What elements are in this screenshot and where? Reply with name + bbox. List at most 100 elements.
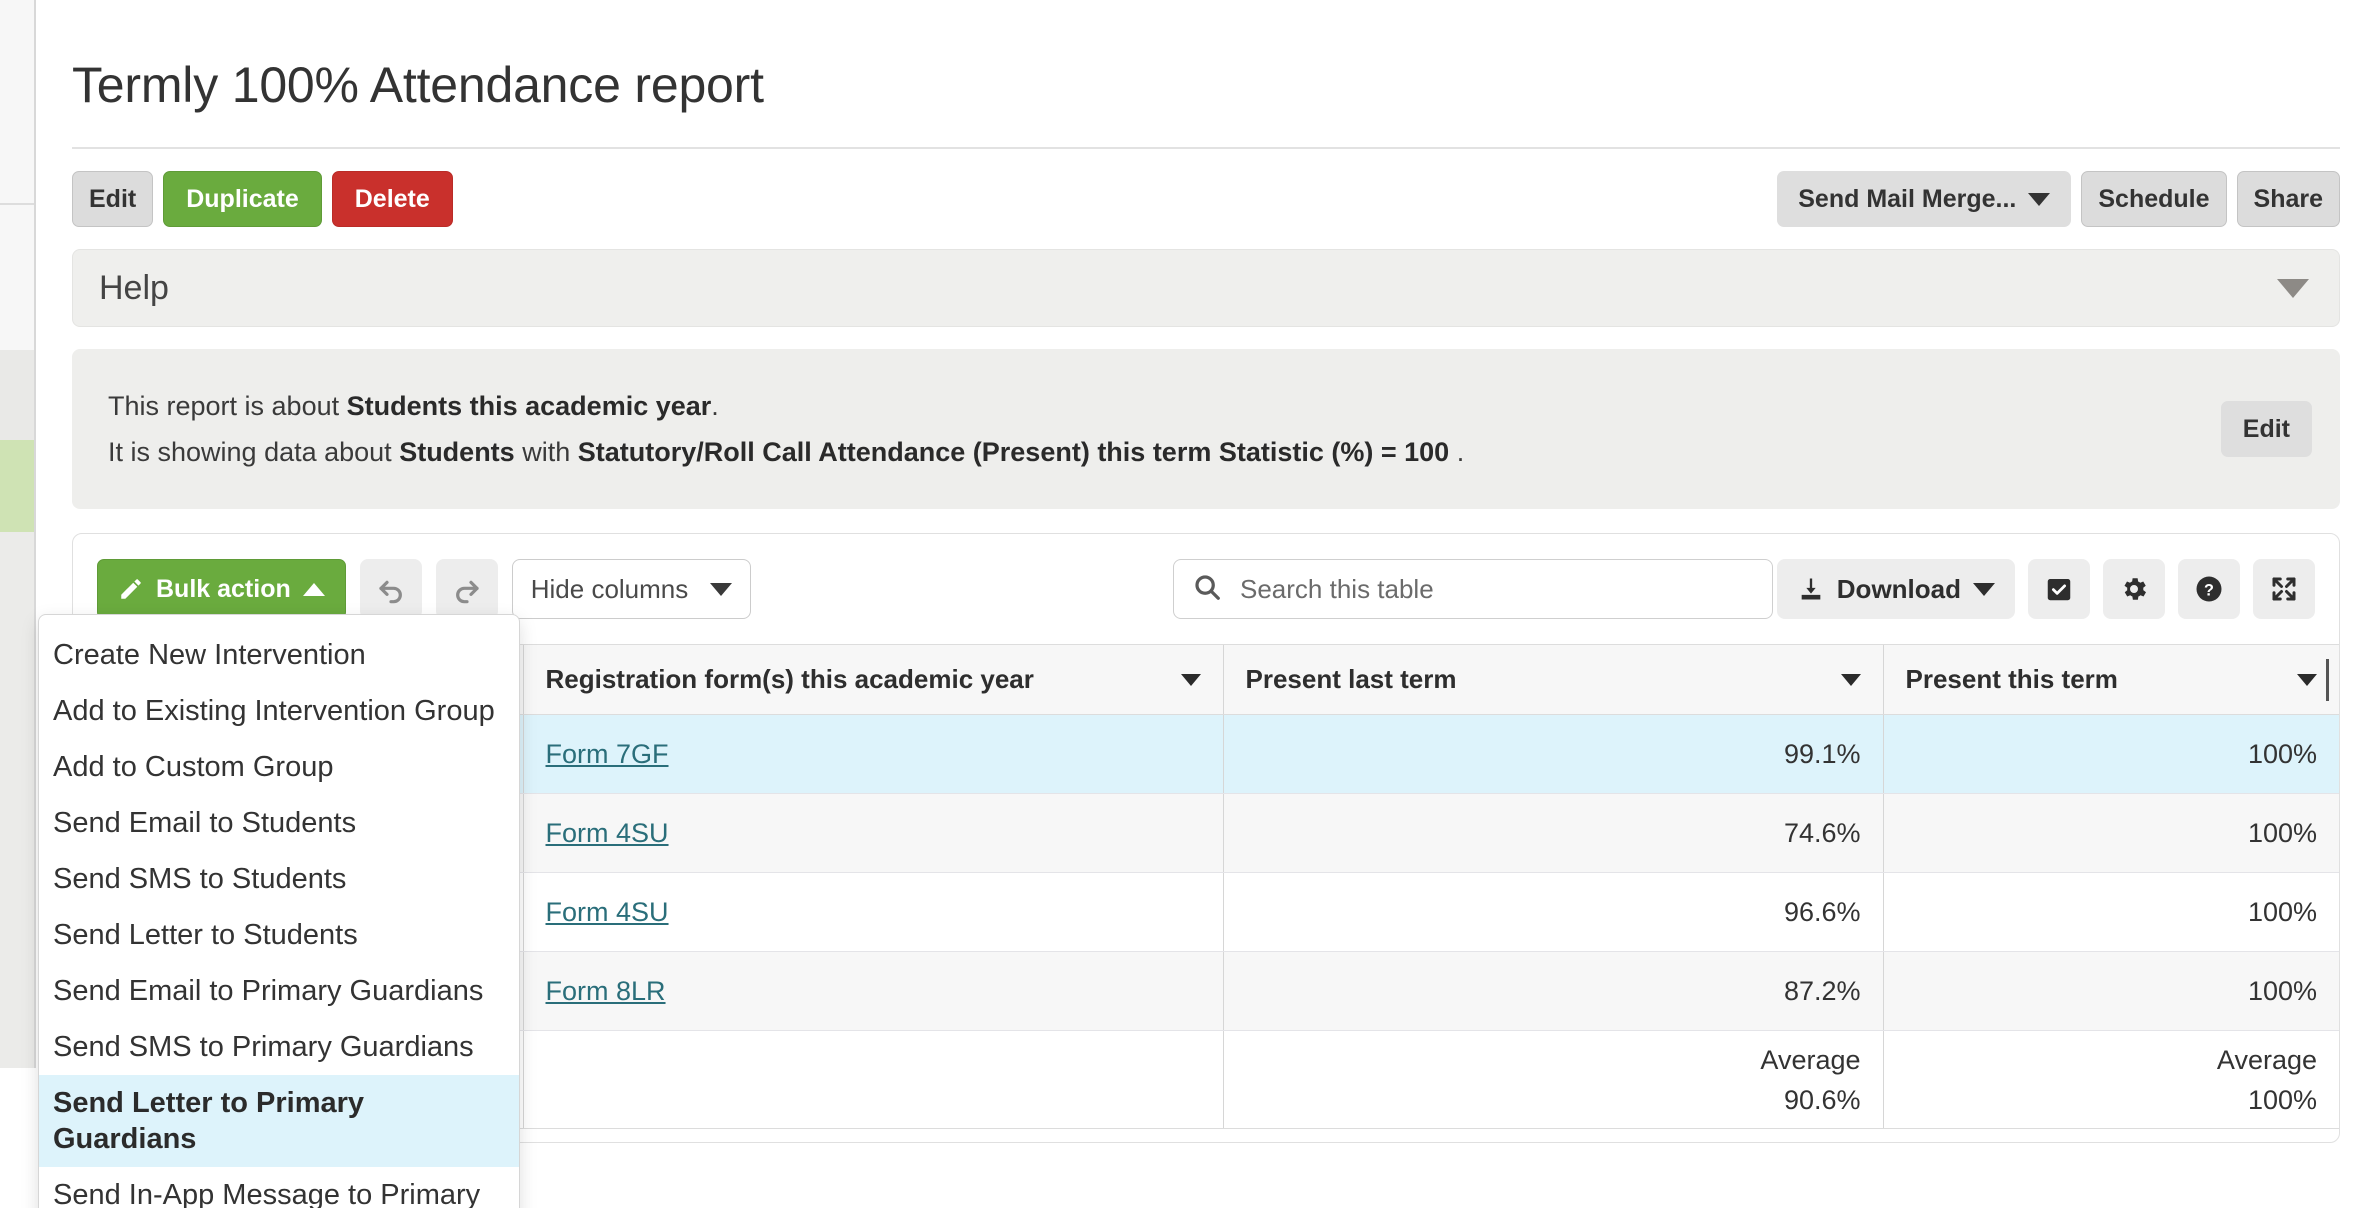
sidebar-region-third[interactable] bbox=[0, 350, 34, 440]
cell-registration-form: Form 7GF bbox=[523, 715, 1223, 794]
chevron-down-icon bbox=[1973, 583, 1995, 596]
registration-form-link[interactable]: Form 7GF bbox=[546, 739, 669, 769]
info-line-2-bold-2: Statutory/Roll Call Attendance (Present)… bbox=[578, 437, 1449, 467]
undo-button[interactable] bbox=[360, 559, 422, 619]
fullscreen-button[interactable] bbox=[2253, 559, 2315, 619]
duplicate-button[interactable]: Duplicate bbox=[163, 171, 322, 227]
left-action-group: Edit Duplicate Delete bbox=[72, 171, 453, 227]
bulk-action-menu-item[interactable]: Send SMS to Students bbox=[39, 851, 519, 907]
send-mail-merge-button[interactable]: Send Mail Merge... bbox=[1777, 171, 2071, 227]
search-box[interactable] bbox=[1173, 559, 1773, 619]
bulk-action-menu-item[interactable]: Send SMS to Primary Guardians bbox=[39, 1019, 519, 1075]
table-header-present-this-term-label: Present this term bbox=[1906, 664, 2118, 695]
duplicate-button-label: Duplicate bbox=[186, 185, 299, 214]
edit-button[interactable]: Edit bbox=[72, 171, 153, 227]
cell-present-this-term: 100% bbox=[1883, 715, 2339, 794]
cell-present-last-term: 87.2% bbox=[1223, 952, 1883, 1031]
cell-registration-form: Form 8LR bbox=[523, 952, 1223, 1031]
sidebar-region-top bbox=[0, 0, 34, 205]
cell-present-this-term: 100% bbox=[1883, 952, 2339, 1031]
redo-button[interactable] bbox=[436, 559, 498, 619]
bulk-action-menu-item[interactable]: Send Email to Students bbox=[39, 795, 519, 851]
chevron-down-icon[interactable] bbox=[2277, 279, 2309, 298]
download-label: Download bbox=[1837, 574, 1961, 605]
cell-present-this-term: 100% bbox=[1883, 873, 2339, 952]
column-resize-handle[interactable] bbox=[2326, 659, 2329, 701]
bulk-action-menu[interactable]: Create New InterventionAdd to Existing I… bbox=[38, 614, 520, 1208]
download-icon bbox=[1797, 575, 1825, 603]
delete-button-label: Delete bbox=[355, 185, 430, 214]
delete-button[interactable]: Delete bbox=[332, 171, 453, 227]
share-button-label: Share bbox=[2254, 185, 2323, 214]
bulk-action-menu-item[interactable]: Add to Existing Intervention Group bbox=[39, 683, 519, 739]
search-icon bbox=[1192, 572, 1222, 607]
help-panel-header[interactable]: Help bbox=[72, 249, 2340, 327]
title-divider bbox=[72, 147, 2340, 149]
table-header-present-this-term[interactable]: Present this term bbox=[1883, 645, 2339, 715]
right-action-group: Send Mail Merge... Schedule Share bbox=[1777, 171, 2340, 227]
info-line-2-prefix: It is showing data about bbox=[108, 437, 399, 467]
bulk-action-menu-item[interactable]: Add to Custom Group bbox=[39, 739, 519, 795]
chevron-down-icon[interactable] bbox=[1841, 674, 1861, 686]
cell-registration-form: Form 4SU bbox=[523, 794, 1223, 873]
settings-button[interactable] bbox=[2103, 559, 2165, 619]
schedule-button[interactable]: Schedule bbox=[2081, 171, 2226, 227]
table-header-registration-forms[interactable]: Registration form(s) this academic year bbox=[523, 645, 1223, 715]
sidebar-region-second bbox=[0, 205, 34, 350]
table-header-present-last-term[interactable]: Present last term bbox=[1223, 645, 1883, 715]
info-line-1-suffix: . bbox=[711, 391, 719, 421]
bulk-action-button[interactable]: Bulk action bbox=[97, 559, 346, 619]
info-edit-label: Edit bbox=[2243, 415, 2290, 444]
bulk-action-menu-item[interactable]: Send In-App Message to Primary Guardians bbox=[39, 1167, 519, 1208]
table-header-registration-forms-label: Registration form(s) this academic year bbox=[546, 664, 1034, 695]
registration-form-link[interactable]: Form 8LR bbox=[546, 976, 666, 1006]
bulk-action-menu-item[interactable]: Send Letter to Students bbox=[39, 907, 519, 963]
schedule-button-label: Schedule bbox=[2098, 185, 2209, 214]
summary-value: 100% bbox=[1906, 1080, 2318, 1120]
select-all-button[interactable] bbox=[2028, 559, 2090, 619]
share-button[interactable]: Share bbox=[2237, 171, 2340, 227]
send-mail-merge-label: Send Mail Merge... bbox=[1798, 185, 2016, 214]
summary-present-last-term: Average90.6% bbox=[1223, 1031, 1883, 1129]
info-line-1-bold: Students this academic year bbox=[347, 391, 712, 421]
chevron-down-icon bbox=[2028, 193, 2050, 206]
caret-up-icon bbox=[303, 583, 325, 596]
summary-value: 90.6% bbox=[1246, 1080, 1861, 1120]
info-line-1: This report is about Students this acade… bbox=[108, 383, 2310, 429]
download-button[interactable]: Download bbox=[1777, 559, 2015, 619]
report-action-bar: Edit Duplicate Delete Send Mail Merge...… bbox=[72, 171, 2340, 227]
checkbox-checked-icon bbox=[2044, 574, 2074, 604]
pencil-icon bbox=[118, 576, 144, 602]
bulk-action-menu-item[interactable]: Send Letter to Primary Guardians bbox=[39, 1075, 519, 1167]
question-circle-icon: ? bbox=[2194, 574, 2224, 604]
help-panel-label: Help bbox=[99, 269, 169, 308]
expand-arrows-icon bbox=[2269, 574, 2299, 604]
sidebar-sliver bbox=[0, 0, 36, 1068]
summary-label: Average bbox=[1906, 1040, 2318, 1080]
svg-text:?: ? bbox=[2204, 582, 2214, 600]
table-header-present-last-term-label: Present last term bbox=[1246, 664, 1457, 695]
info-line-2-bold-1: Students bbox=[399, 437, 515, 467]
chevron-down-icon[interactable] bbox=[1181, 674, 1201, 686]
info-line-2: It is showing data about Students with S… bbox=[108, 429, 2310, 475]
cell-present-last-term: 96.6% bbox=[1223, 873, 1883, 952]
sidebar-item-active[interactable] bbox=[0, 440, 34, 532]
redo-icon bbox=[451, 573, 483, 605]
bulk-action-menu-item[interactable]: Send Email to Primary Guardians bbox=[39, 963, 519, 1019]
registration-form-link[interactable]: Form 4SU bbox=[546, 897, 669, 927]
chevron-down-icon[interactable] bbox=[2297, 674, 2317, 686]
registration-form-link[interactable]: Form 4SU bbox=[546, 818, 669, 848]
hide-columns-select[interactable]: Hide columns bbox=[512, 559, 752, 619]
info-line-2-suffix: . bbox=[1449, 437, 1464, 467]
help-button[interactable]: ? bbox=[2178, 559, 2240, 619]
search-input[interactable] bbox=[1238, 573, 1738, 606]
summary-present-this-term: Average100% bbox=[1883, 1031, 2339, 1129]
main-content: Termly 100% Attendance report Edit Dupli… bbox=[38, 0, 2374, 1208]
cell-present-last-term: 74.6% bbox=[1223, 794, 1883, 873]
cell-present-last-term: 99.1% bbox=[1223, 715, 1883, 794]
info-edit-button[interactable]: Edit bbox=[2221, 401, 2312, 457]
bulk-action-menu-item[interactable]: Create New Intervention bbox=[39, 627, 519, 683]
info-line-1-prefix: This report is about bbox=[108, 391, 347, 421]
chevron-down-icon bbox=[710, 583, 732, 596]
info-line-2-mid: with bbox=[515, 437, 578, 467]
